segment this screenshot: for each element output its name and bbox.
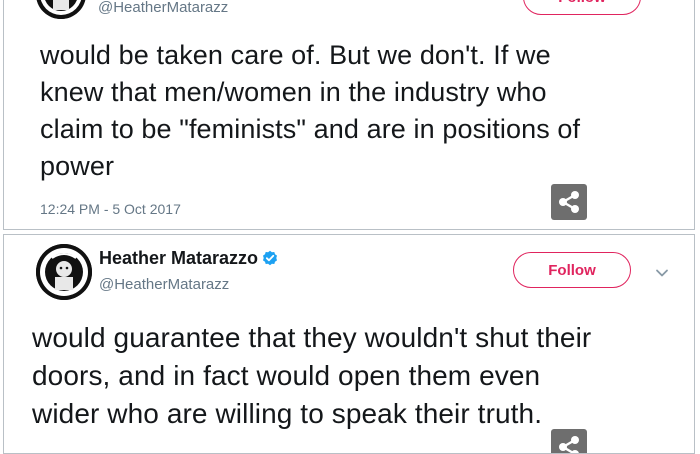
avatar[interactable] [36, 244, 92, 300]
tweet-text-line: knew that men/women in the industry who [40, 77, 547, 107]
avatar-image-icon [36, 244, 92, 300]
tweet-text: would guarantee that they wouldn't shut … [32, 319, 674, 433]
follow-button[interactable]: Follow [523, 0, 641, 15]
handle[interactable]: @HeatherMatarazz [99, 276, 229, 293]
tweet-card: @HeatherMatarazz Follow would be taken c… [3, 0, 695, 230]
tweet-card: Heather Matarazzo @HeatherMatarazz Follo… [3, 234, 695, 454]
share-button[interactable] [551, 184, 587, 220]
tweet-text: would be taken care of. But we don't. If… [40, 37, 674, 185]
tweet-text-line: would guarantee that they wouldn't shut … [32, 322, 592, 353]
follow-button[interactable]: Follow [513, 252, 631, 288]
share-icon [559, 436, 579, 453]
tweet-text-line: power [40, 151, 115, 181]
avatar[interactable] [36, 0, 86, 19]
avatar-image-icon [36, 0, 86, 19]
timestamp[interactable]: 12:24 PM - 5 Oct 2017 [40, 201, 181, 217]
handle[interactable]: @HeatherMatarazz [98, 0, 228, 16]
display-name[interactable]: Heather Matarazzo [99, 248, 278, 269]
chevron-down-icon[interactable] [655, 266, 669, 280]
tweet-text-line: would be taken care of. But we don't. If… [40, 40, 551, 70]
tweet-text-line: claim to be "feminists" and are in posit… [40, 114, 581, 144]
display-name-text[interactable]: Heather Matarazzo [99, 248, 258, 268]
share-button[interactable] [551, 429, 587, 453]
verified-badge-icon [263, 250, 278, 266]
tweet-text-line: wider who are willing to speak their tru… [32, 398, 543, 429]
tweet-text-line: doors, and in fact would open them even [32, 360, 541, 391]
share-icon [559, 191, 579, 213]
